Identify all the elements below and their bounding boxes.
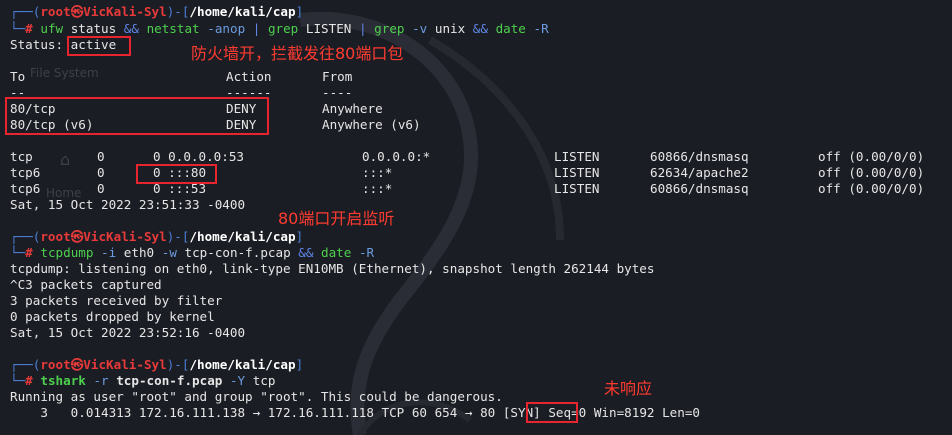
annotation-listening: 80端口开启监听: [278, 209, 395, 228]
highlight-status-active: [67, 36, 131, 56]
tcpdump-output-line: ^C3 packets captured: [10, 277, 162, 292]
ufw-rule-from: Anywhere: [322, 101, 383, 116]
highlight-port-80: [136, 164, 217, 184]
tshark-warning: Running as user "root" and group "root".…: [10, 389, 503, 404]
ufw-header-from: From: [322, 69, 353, 84]
command-line-2[interactable]: └─# tcpdump -i eth0 -w tcp-con-f.pcap &&…: [10, 245, 374, 261]
tcpdump-output-line: Sat, 15 Oct 2022 23:52:16 -0400: [10, 325, 246, 340]
highlight-syn-flag: [526, 402, 578, 423]
ufw-header-to: To: [10, 69, 26, 84]
annotation-firewall: 防火墙开，拦截发往80端口包: [191, 44, 404, 63]
ufw-rule-from: Anywhere (v6): [322, 117, 421, 132]
prompt-line: ┌──(root㉿VicKali-Syl)-[/home/kali/cap]: [10, 4, 304, 19]
prompt-line: ┌──(root㉿VicKali-Syl)-[/home/kali/cap]: [10, 229, 304, 244]
command-line-1[interactable]: └─# ufw status && netstat -anop | grep L…: [10, 21, 549, 37]
ufw-underline-from: ----: [322, 85, 353, 100]
date-output: Sat, 15 Oct 2022 23:51:33 -0400: [10, 197, 246, 212]
highlight-ufw-rules: [5, 97, 269, 135]
command-line-3[interactable]: └─# tshark -r tcp-con-f.pcap -Y tcp: [10, 373, 275, 389]
ufw-header-action: Action: [226, 69, 272, 84]
prompt-line: ┌──(root㉿VicKali-Syl)-[/home/kali/cap]: [10, 357, 304, 372]
tcpdump-output-line: tcpdump: listening on eth0, link-type EN…: [10, 261, 655, 276]
annotation-no-response: 未响应: [604, 379, 653, 398]
tcpdump-output-line: 3 packets received by filter: [10, 293, 223, 308]
tcpdump-output-line: 0 packets dropped by kernel: [10, 309, 215, 324]
tshark-packet-line: 3 0.014313 172.16.111.138 → 172.16.111.1…: [10, 405, 700, 420]
terminal-window[interactable]: ┌──(root㉿VicKali-Syl)-[/home/kali/cap] └…: [0, 0, 952, 435]
